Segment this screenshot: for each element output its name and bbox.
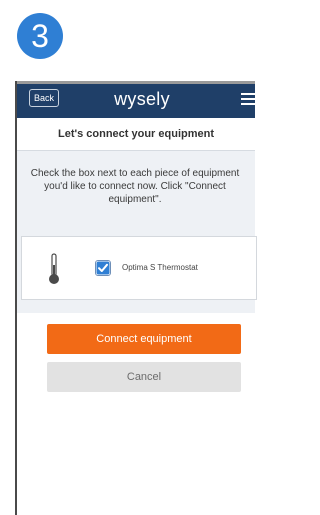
instructions-text: Check the box next to each piece of equi…	[30, 168, 240, 205]
connect-equipment-button[interactable]: Connect equipment	[47, 324, 241, 354]
thermometer-icon	[48, 253, 60, 285]
equipment-list-item: Optima S Thermostat	[21, 236, 257, 300]
app-screen: Back wysely Let's connect your equipment…	[15, 81, 257, 515]
step-number-badge: 3	[17, 13, 63, 59]
page-title: Let's connect your equipment	[17, 118, 255, 151]
equipment-checkbox[interactable]	[95, 260, 111, 276]
cancel-button[interactable]: Cancel	[47, 362, 241, 392]
hamburger-menu-icon[interactable]	[241, 93, 257, 105]
equipment-label: Optima S Thermostat	[122, 263, 198, 272]
app-header: Back wysely	[17, 84, 257, 118]
back-button[interactable]: Back	[29, 89, 59, 107]
wysely-logo: wysely	[114, 89, 170, 109]
